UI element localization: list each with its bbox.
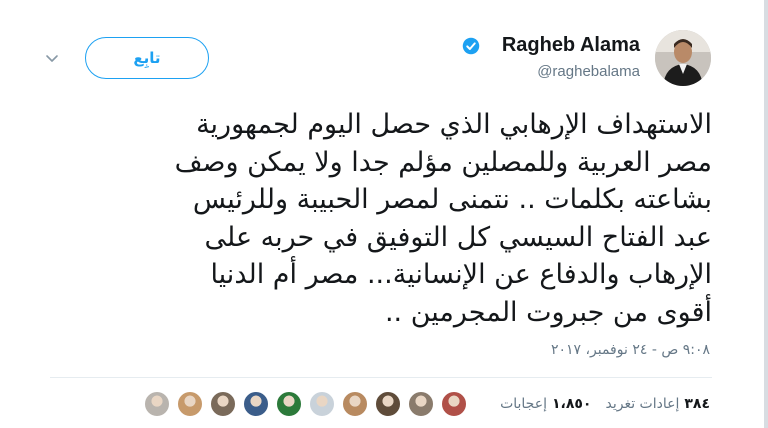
tweet-line: عبد الفتاح السيسي كل التوفيق في حربه على xyxy=(204,221,713,253)
tweet-line: الاستهداف الإرهابي الذي حصل اليوم لجمهور… xyxy=(196,109,712,140)
liker-avatar-8[interactable] xyxy=(374,390,402,418)
author-handle[interactable]: @raghebalama xyxy=(537,63,640,80)
liker-avatar-6[interactable] xyxy=(308,390,336,418)
liker-avatar-1[interactable] xyxy=(143,390,171,418)
liker-avatar-3[interactable] xyxy=(209,390,237,418)
follow-button[interactable]: تابِع xyxy=(85,37,209,79)
verified-badge-icon xyxy=(462,37,480,55)
divider xyxy=(50,377,712,378)
liker-avatar-7[interactable] xyxy=(341,390,369,418)
liker-avatar-2[interactable] xyxy=(176,390,204,418)
likes-count: ١،٨٥٠ xyxy=(551,396,592,412)
tweet-line: مصر العربية وللمصلين مؤلم جدا ولا يمكن و… xyxy=(174,146,712,178)
tweet-line: الإرهاب والدفاع عن الإنسانية... مصر أم ا… xyxy=(210,259,712,291)
tweet-line: بشاعته بكلمات .. نتمنى لمصر الحبيبة وللر… xyxy=(192,184,712,216)
tweet-line: أقوى من جبروت المجرمين .. xyxy=(384,296,712,328)
likes-label: إعجابات xyxy=(500,396,547,412)
retweets-label: إعادات تغريد xyxy=(605,396,680,412)
tweet-text: الاستهداف الإرهابي الذي حصل اليوم لجمهور… xyxy=(52,106,712,332)
retweets-count: ٣٨٤ xyxy=(684,396,710,412)
tweet-timestamp[interactable]: ٩:٠٨ ص - ٢٤ نوفمبر، ٢٠١٧ xyxy=(551,342,710,358)
retweets-stat[interactable]: ٣٨٤ إعادات تغريد xyxy=(605,396,710,412)
chevron-down-icon[interactable] xyxy=(44,50,60,66)
liker-avatar-4[interactable] xyxy=(242,390,270,418)
author-avatar[interactable] xyxy=(655,30,711,86)
liker-avatars xyxy=(143,390,468,422)
tweet-stats: ٣٨٤ إعادات تغريد ١،٨٥٠ إعجابات xyxy=(500,396,710,412)
likes-stat[interactable]: ١،٨٥٠ إعجابات xyxy=(500,396,591,412)
author-photo xyxy=(655,30,711,86)
liker-avatar-10[interactable] xyxy=(440,390,468,418)
author-name[interactable]: Ragheb Alama xyxy=(502,34,640,57)
scrollbar[interactable] xyxy=(764,0,768,428)
liker-avatar-5[interactable] xyxy=(275,390,303,418)
liker-avatar-9[interactable] xyxy=(407,390,435,418)
